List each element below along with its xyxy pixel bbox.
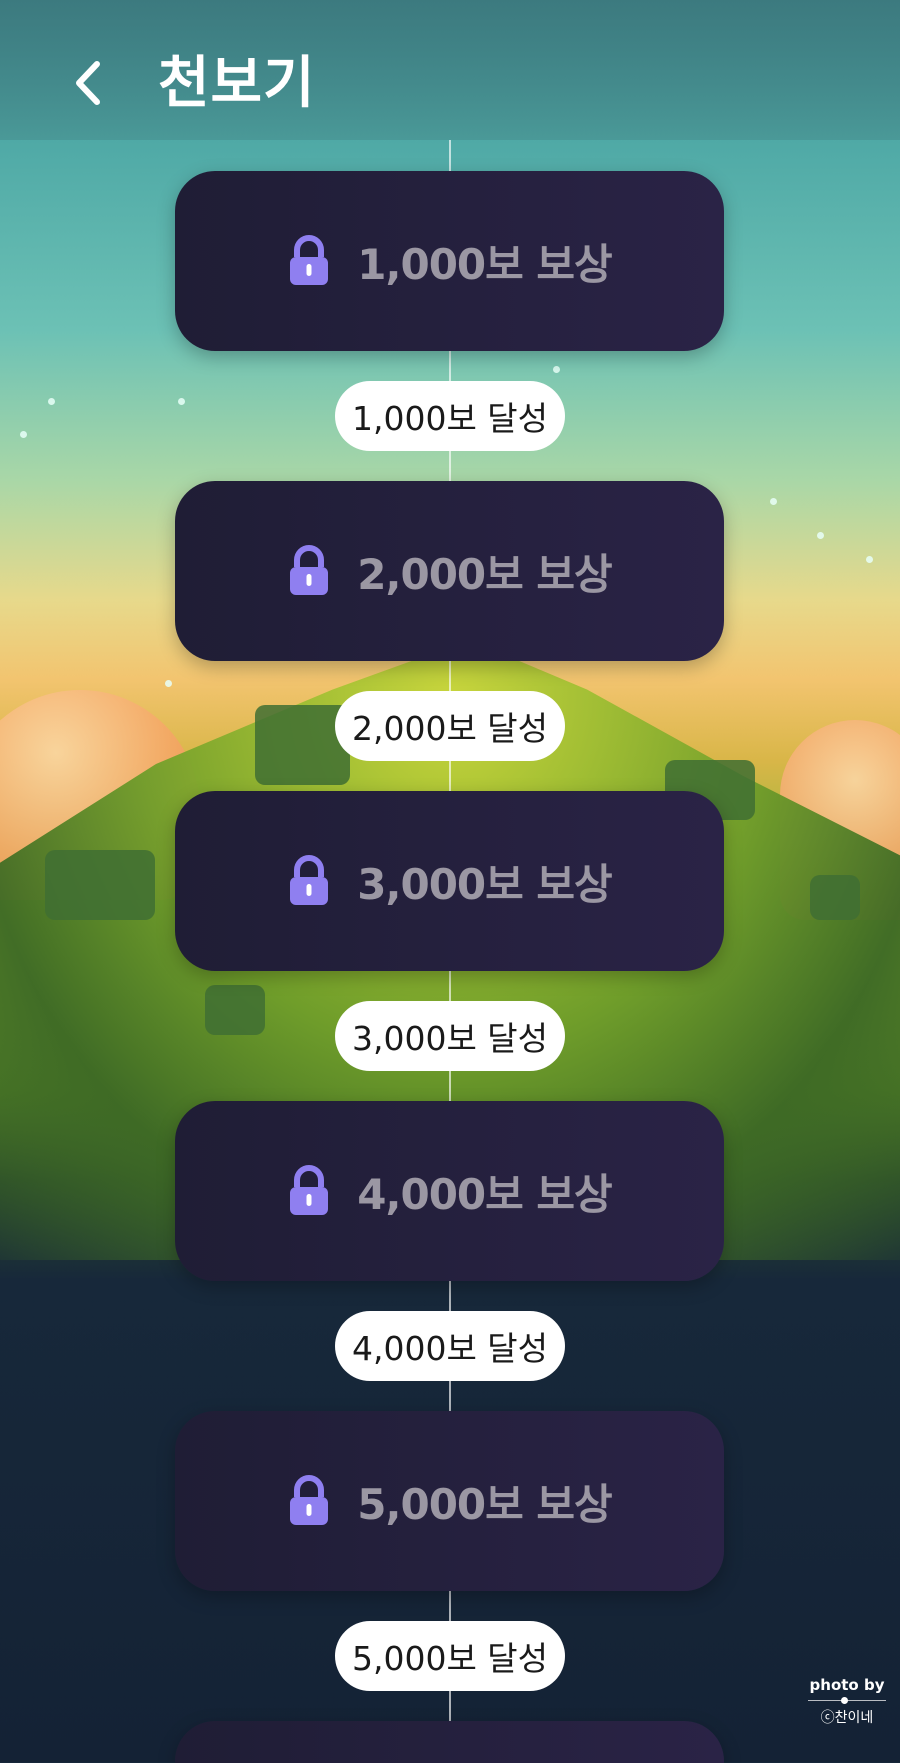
reward-card-1000[interactable]: 1,000보 보상 (175, 171, 724, 351)
background-star (817, 532, 824, 539)
back-button[interactable] (58, 48, 118, 118)
background-rock (810, 875, 860, 920)
photo-credit-name: ⓒ찬이네 (820, 1710, 874, 1726)
background-star (165, 680, 172, 687)
photo-credit: photo by ⓒ찬이네 (808, 1676, 886, 1727)
background-star (20, 431, 27, 438)
milestone-badge-1000: 1,000보 달성 (335, 381, 565, 451)
reward-label: 5,000보 보상 (357, 1479, 612, 1529)
reward-label: 3,000보 보상 (357, 859, 612, 909)
app-header (0, 0, 900, 140)
background-star (178, 398, 185, 405)
lock-icon (287, 1475, 331, 1527)
lock-icon (287, 1165, 331, 1217)
lock-icon (287, 545, 331, 597)
reward-label: 1,000보 보상 (357, 239, 612, 289)
milestone-badge-4000: 4,000보 달성 (335, 1311, 565, 1381)
background-star (770, 498, 777, 505)
photo-credit-by: photo by (809, 1676, 885, 1694)
background-rock (45, 850, 155, 920)
lock-icon (287, 235, 331, 287)
milestone-badge-5000: 5,000보 달성 (335, 1621, 565, 1691)
photo-credit-divider (808, 1697, 886, 1704)
reward-card-2000[interactable]: 2,000보 보상 (175, 481, 724, 661)
page-title: 천보기 (158, 51, 316, 116)
background-star (553, 366, 560, 373)
reward-card-5000[interactable]: 5,000보 보상 (175, 1411, 724, 1591)
reward-card-3000[interactable]: 3,000보 보상 (175, 791, 724, 971)
lock-icon (287, 855, 331, 907)
reward-label: 4,000보 보상 (357, 1169, 612, 1219)
reward-label: 2,000보 보상 (357, 549, 612, 599)
background-star (866, 556, 873, 563)
milestone-badge-2000: 2,000보 달성 (335, 691, 565, 761)
milestone-badge-3000: 3,000보 달성 (335, 1001, 565, 1071)
background-rock (205, 985, 265, 1035)
chevron-left-icon (76, 61, 100, 105)
background-star (48, 398, 55, 405)
reward-card-next[interactable] (175, 1721, 724, 1763)
reward-card-4000[interactable]: 4,000보 보상 (175, 1101, 724, 1281)
